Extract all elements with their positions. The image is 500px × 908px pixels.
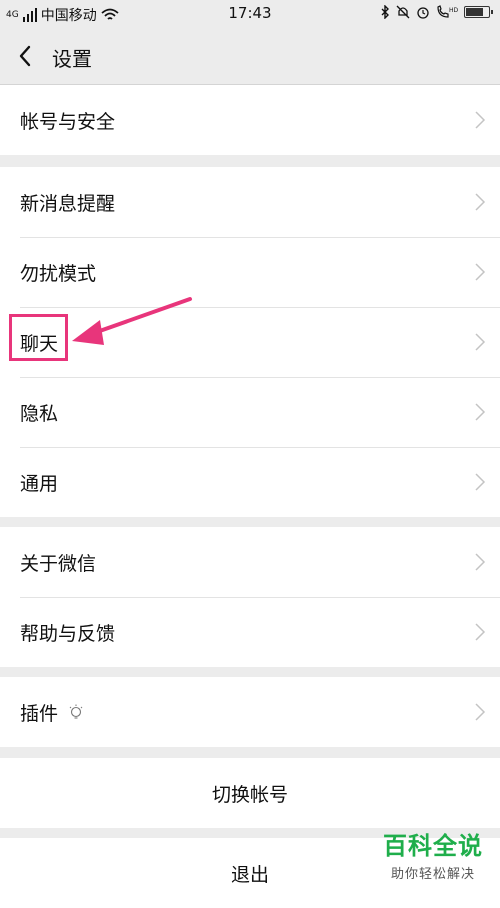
lightbulb-icon [69, 704, 83, 719]
settings-group-plugins: 插件 [0, 677, 500, 747]
setting-label: 关于微信 [20, 552, 97, 575]
setting-label: 隐私 [20, 402, 59, 425]
setting-account-security[interactable]: 帐号与安全 [0, 85, 500, 155]
setting-new-message-alerts[interactable]: 新消息提醒 [0, 167, 500, 237]
settings-group-general: 新消息提醒 勿扰模式 聊天 隐私 通用 [0, 167, 500, 517]
battery-icon [464, 6, 493, 18]
chevron-right-icon [475, 263, 486, 281]
watermark-subtitle: 助你轻松解决 [390, 867, 475, 882]
mute-bell-icon [396, 5, 410, 19]
setting-label: 通用 [20, 472, 59, 495]
settings-group-about: 关于微信 帮助与反馈 [0, 527, 500, 667]
switch-account-button[interactable]: 切换帐号 [0, 758, 500, 828]
alarm-icon [417, 7, 429, 19]
chevron-right-icon [475, 193, 486, 211]
settings-group-account: 帐号与安全 [0, 85, 500, 155]
setting-chat[interactable]: 聊天 [0, 307, 500, 377]
setting-do-not-disturb[interactable]: 勿扰模式 [0, 237, 500, 307]
setting-label: 插件 [20, 702, 59, 725]
page-title: 设置 [52, 47, 92, 71]
chevron-right-icon [475, 473, 486, 491]
setting-about-wechat[interactable]: 关于微信 [0, 527, 500, 597]
setting-plugins[interactable]: 插件 [0, 677, 500, 747]
status-bar: 4G 中国移动 17:43 HD [0, 0, 500, 28]
button-label: 退出 [230, 863, 269, 886]
setting-general[interactable]: 通用 [0, 447, 500, 517]
setting-privacy[interactable]: 隐私 [0, 377, 500, 447]
bluetooth-icon [381, 5, 389, 19]
svg-text:HD: HD [449, 7, 458, 14]
setting-label: 新消息提醒 [20, 192, 116, 215]
settings-group-switch: 切换帐号 [0, 758, 500, 828]
status-right: HD [380, 5, 493, 19]
setting-label: 帐号与安全 [20, 110, 116, 133]
chevron-right-icon [475, 703, 486, 721]
setting-label: 帮助与反馈 [20, 622, 116, 645]
hd-call-icon: HD [437, 5, 458, 18]
chevron-right-icon [475, 333, 486, 351]
button-label: 切换帐号 [211, 783, 288, 806]
setting-label: 勿扰模式 [20, 262, 97, 285]
chevron-right-icon [475, 623, 486, 641]
setting-help-feedback[interactable]: 帮助与反馈 [0, 597, 500, 667]
back-arrow-icon[interactable] [14, 42, 38, 70]
chevron-right-icon [475, 553, 486, 571]
chevron-right-icon [475, 111, 486, 129]
chevron-right-icon [475, 403, 486, 421]
watermark-title: 百科全说 [383, 832, 483, 860]
highlight-box [9, 314, 68, 361]
nav-bar: 设置 [0, 28, 500, 85]
watermark: 百科全说 助你轻松解决 [372, 826, 494, 886]
